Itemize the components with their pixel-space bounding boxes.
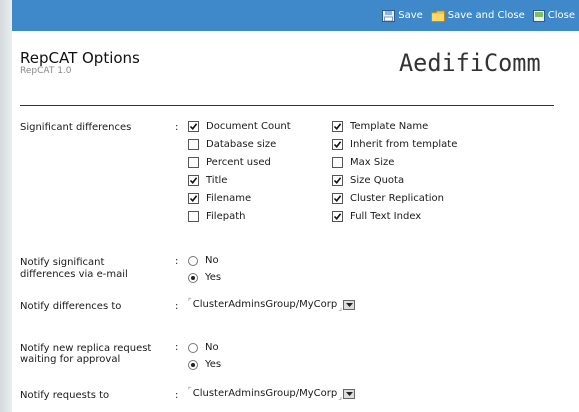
radio-circle	[188, 255, 198, 266]
checkbox-document-count[interactable]: Document Count	[188, 121, 291, 132]
checkmark-icon	[332, 139, 343, 150]
checkbox-template-name[interactable]: Template Name	[332, 121, 428, 132]
checkbox-database-size[interactable]: Database size	[188, 139, 276, 150]
checkmark-icon	[332, 211, 343, 222]
notify-email-label-line1: Notify significant	[20, 257, 105, 268]
save-and-close-button[interactable]: Save and Close	[430, 10, 525, 22]
close-icon	[532, 9, 545, 22]
notify-differences-to-label: Notify differences to	[20, 301, 122, 312]
colon: :	[175, 390, 179, 401]
radio-circle	[188, 342, 198, 353]
checkbox-percent-used[interactable]: Percent used	[188, 157, 271, 168]
checkbox-label: Size Quota	[350, 175, 405, 186]
page-title: RepCAT Options	[20, 49, 140, 67]
checkbox-box	[188, 139, 199, 150]
folder-icon	[430, 10, 445, 22]
header-divider	[20, 105, 554, 106]
checkmark-icon	[332, 193, 343, 204]
colon: :	[175, 122, 179, 133]
save-icon	[382, 9, 396, 22]
save-button[interactable]: Save	[382, 9, 423, 22]
aedificomm-logo: AedifiComm	[399, 49, 541, 77]
significant-differences-label: Significant differences	[20, 122, 132, 133]
notify-replica-yes-radio[interactable]: Yes	[188, 359, 221, 370]
notify-differences-to-value: ClusterAdminsGroup/MyCorp	[192, 299, 338, 310]
checkbox-title[interactable]: Title	[188, 175, 227, 186]
notify-email-label-line2: differences via e-mail	[20, 269, 128, 280]
notify-requests-to-value: ClusterAdminsGroup/MyCorp	[192, 388, 338, 399]
notify-email-yes-radio[interactable]: Yes	[188, 272, 221, 283]
checkmark-icon	[188, 121, 199, 132]
notify-requests-to-field[interactable]: ⌜ ClusterAdminsGroup/MyCorp ⌟	[188, 386, 355, 401]
field-bracket-right: ⌟	[338, 392, 342, 401]
checkbox-inherit-from-template[interactable]: Inherit from template	[332, 139, 457, 150]
notify-requests-to-label: Notify requests to	[20, 390, 110, 401]
radio-label: No	[205, 255, 219, 266]
dropdown-button[interactable]	[343, 299, 355, 310]
checkbox-filename[interactable]: Filename	[188, 193, 251, 204]
colon: :	[175, 256, 179, 267]
save-and-close-label: Save and Close	[447, 10, 525, 21]
checkbox-label: Template Name	[350, 121, 429, 132]
checkbox-cluster-replication[interactable]: Cluster Replication	[332, 193, 444, 204]
checkbox-label: Percent used	[206, 157, 271, 168]
radio-label: Yes	[205, 272, 222, 283]
close-button[interactable]: Close	[532, 9, 575, 22]
checkmark-icon	[188, 175, 199, 186]
checkbox-label: Filename	[206, 193, 252, 204]
checkbox-box	[188, 157, 199, 168]
checkbox-label: Full Text Index	[350, 211, 422, 222]
colon: :	[175, 342, 179, 353]
save-label: Save	[398, 10, 423, 21]
field-bracket-left: ⌜	[188, 297, 192, 306]
checkbox-max-size[interactable]: Max Size	[332, 157, 394, 168]
radio-circle	[188, 359, 198, 370]
checkbox-label: Database size	[206, 139, 277, 150]
options-panel: RepCAT Options RepCAT 1.0 AedifiComm Sig…	[12, 31, 579, 412]
checkbox-label: Cluster Replication	[350, 193, 445, 204]
notify-email-no-radio[interactable]: No	[188, 255, 219, 266]
notify-replica-label-line2: waiting for approval	[20, 354, 121, 365]
checkbox-box	[332, 157, 343, 168]
checkbox-label: Max Size	[350, 157, 395, 168]
colon: :	[175, 301, 179, 312]
checkbox-filepath[interactable]: Filepath	[188, 211, 245, 222]
radio-circle	[188, 272, 198, 283]
field-bracket-right: ⌟	[338, 303, 342, 312]
checkbox-box	[188, 211, 199, 222]
checkbox-label: Title	[206, 175, 228, 186]
left-background-strip	[0, 0, 12, 412]
checkmark-icon	[188, 193, 199, 204]
chevron-down-icon	[345, 391, 353, 396]
checkmark-icon	[332, 121, 343, 132]
radio-label: Yes	[205, 359, 222, 370]
checkbox-label: Document Count	[206, 121, 291, 132]
chevron-down-icon	[345, 302, 353, 307]
checkbox-full-text-index[interactable]: Full Text Index	[332, 211, 421, 222]
notify-differences-to-field[interactable]: ⌜ ClusterAdminsGroup/MyCorp ⌟	[188, 297, 355, 312]
dropdown-button[interactable]	[343, 388, 355, 399]
toolbar: Save Save and Close Close	[12, 0, 579, 31]
field-bracket-left: ⌜	[188, 386, 192, 395]
page-subtitle: RepCAT 1.0	[20, 66, 72, 76]
close-label: Close	[547, 10, 575, 21]
checkbox-label: Filepath	[206, 211, 246, 222]
radio-label: No	[205, 342, 219, 353]
checkbox-size-quota[interactable]: Size Quota	[332, 175, 404, 186]
checkmark-icon	[332, 175, 343, 186]
notify-replica-no-radio[interactable]: No	[188, 342, 219, 353]
checkbox-label: Inherit from template	[350, 139, 458, 150]
